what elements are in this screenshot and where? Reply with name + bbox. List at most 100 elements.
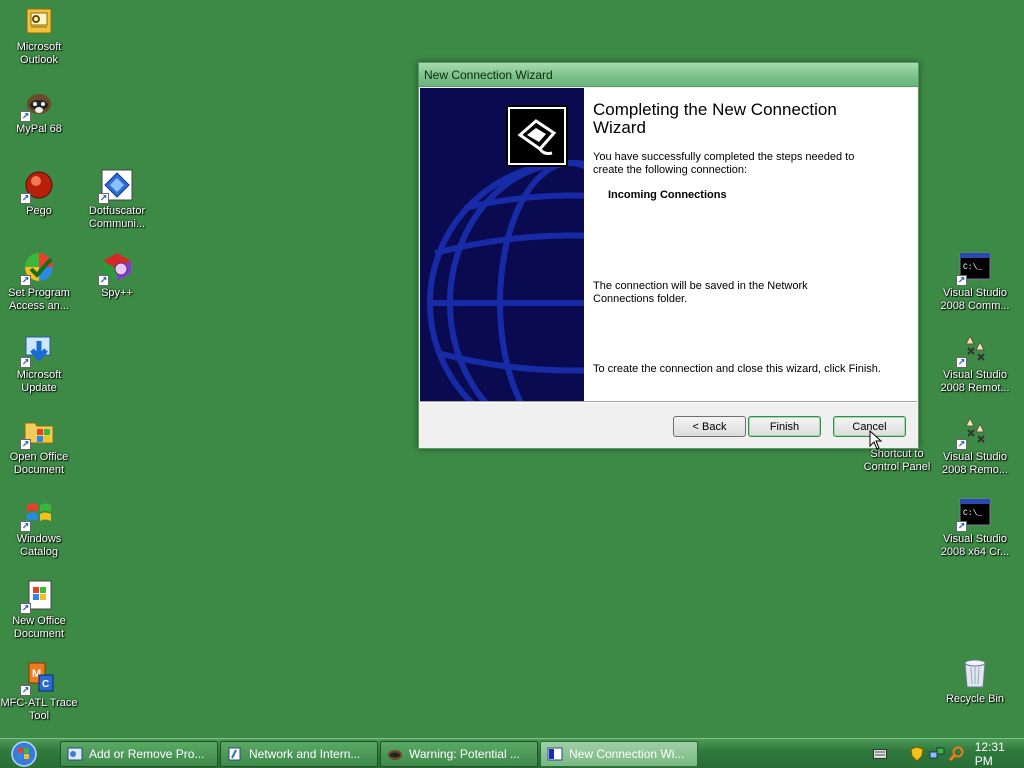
desktop-icon-recycle-bin[interactable]: Recycle Bin xyxy=(936,656,1014,706)
window-titlebar[interactable]: New Connection Wizard xyxy=(419,63,918,87)
system-tray: 12:31 PM xyxy=(864,739,1024,768)
desktop-icon-label: Shortcut to Control Panel xyxy=(863,448,931,473)
wizard-banner xyxy=(420,88,584,401)
remote-debug-icon: ↗ xyxy=(956,414,992,450)
desktop-icon-spy[interactable]: ↗ Spy++ xyxy=(78,250,156,300)
shortcut-arrow-icon: ↗ xyxy=(20,357,31,368)
desktop-icon-new-office-document[interactable]: ↗ New Office Document xyxy=(0,578,78,641)
shortcut-arrow-icon: ↗ xyxy=(956,357,967,368)
new-connection-wizard-window: New Connection Wizard Completing the New… xyxy=(418,62,919,449)
microsoft-update-icon: ↗ xyxy=(20,332,56,368)
wizard-heading: Completing the New Connection Wizard xyxy=(593,100,837,137)
clock[interactable]: 12:31 PM xyxy=(975,740,1024,768)
desktop-icon-vs2008-x64-cross-tools[interactable]: C:\_ ↗ Visual Studio 2008 x64 Cr... xyxy=(936,496,1014,559)
desktop-icon-label: Windows Catalog xyxy=(16,533,62,558)
finish-hint-text: To create the connection and close this … xyxy=(593,363,881,375)
desktop-icon-mfc-atl-trace-tool[interactable]: MC ↗ MFC-ATL Trace Tool xyxy=(0,660,78,723)
wizard-body: Completing the New Connection Wizard You… xyxy=(420,88,917,401)
dotfuscator-icon: ↗ xyxy=(98,168,134,204)
desktop-icon-vs2008-remote-debugger[interactable]: ↗ Visual Studio 2008 Remot... xyxy=(936,332,1014,395)
open-office-icon: ↗ xyxy=(20,414,56,450)
trace-tool-icon: MC ↗ xyxy=(20,660,56,696)
shortcut-arrow-icon: ↗ xyxy=(956,521,967,532)
desktop-icon-vs2008-command-prompt[interactable]: C:\_ ↗ Visual Studio 2008 Comm... xyxy=(936,250,1014,313)
connection-badge xyxy=(506,105,568,167)
taskbar-item-label: Network and Intern... xyxy=(249,747,361,761)
wizard-content: Completing the New Connection Wizard You… xyxy=(584,88,917,401)
desktop-icon-microsoft-update[interactable]: ↗ Microsoft Update xyxy=(0,332,78,395)
warning-icon xyxy=(388,750,402,760)
taskbar-item-label: New Connection Wi... xyxy=(569,747,685,761)
desktop-icon-shortcut-control-panel[interactable]: Shortcut to Control Panel xyxy=(858,448,936,474)
network-icon xyxy=(228,747,241,761)
network-status-icon[interactable] xyxy=(929,746,945,762)
desktop-icon-label: New Office Document xyxy=(12,615,66,640)
desktop-icon-label: Set Program Access an... xyxy=(8,287,70,312)
shortcut-arrow-icon: ↗ xyxy=(20,521,31,532)
desktop-icon-label: Pego xyxy=(26,205,52,217)
button-separator xyxy=(420,401,917,403)
taskbar-item-label: Add or Remove Pro... xyxy=(89,747,205,761)
desktop-icon-pego[interactable]: ↗ Pego xyxy=(0,168,78,218)
connection-name: Incoming Connections xyxy=(608,189,727,201)
cmd-icon: C:\_ ↗ xyxy=(956,496,992,532)
wizard-icon xyxy=(547,747,563,761)
shortcut-arrow-icon: ↗ xyxy=(956,275,967,286)
shortcut-arrow-icon: ↗ xyxy=(20,603,31,614)
mypal-icon: ↗ xyxy=(20,86,56,122)
shortcut-arrow-icon: ↗ xyxy=(20,275,31,286)
add-remove-icon xyxy=(67,747,83,761)
svg-text:C:\_: C:\_ xyxy=(963,263,982,272)
back-button[interactable]: < Back xyxy=(673,416,746,437)
desktop-icon-label: Spy++ xyxy=(101,287,133,299)
window-title: New Connection Wizard xyxy=(424,67,553,82)
shortcut-arrow-icon: ↗ xyxy=(20,685,31,696)
desktop-icon-windows-catalog[interactable]: ↗ Windows Catalog xyxy=(0,496,78,559)
desktop-icon-mypal[interactable]: ↗ MyPal 68 xyxy=(0,86,78,136)
security-shield-icon[interactable] xyxy=(909,745,924,762)
desktop-icon-label: Visual Studio 2008 x64 Cr... xyxy=(940,533,1010,558)
shortcut-arrow-icon: ↗ xyxy=(98,275,109,286)
desktop-icon-label: Open Office Document xyxy=(9,451,69,476)
spy-icon: ↗ xyxy=(98,250,134,286)
taskbar-item-warning[interactable]: Warning: Potential ... xyxy=(380,741,538,767)
windows-logo-icon xyxy=(11,741,37,767)
desktop-icon-microsoft-outlook[interactable]: Microsoft Outlook xyxy=(0,4,78,67)
shortcut-arrow-icon: ↗ xyxy=(20,439,31,450)
recycle-bin-icon xyxy=(958,656,992,690)
desktop-icon-label: MyPal 68 xyxy=(16,123,62,135)
desktop-icon-label: Microsoft Outlook xyxy=(16,41,62,66)
shortcut-arrow-icon: ↗ xyxy=(98,193,109,204)
start-button[interactable] xyxy=(5,741,43,767)
outlook-icon xyxy=(22,4,56,38)
taskbar-item-new-connection-wizard[interactable]: New Connection Wi... xyxy=(540,741,698,767)
desktop-icon-label: Recycle Bin xyxy=(945,693,1005,705)
svg-text:C: C xyxy=(42,679,49,690)
search-icon[interactable] xyxy=(948,746,965,762)
desktop-icon-set-program-access[interactable]: ↗ Set Program Access an... xyxy=(0,250,78,313)
pego-icon: ↗ xyxy=(20,168,56,204)
taskbar-item-add-remove-programs[interactable]: Add or Remove Pro... xyxy=(60,741,218,767)
desktop-icon-label: Dotfuscator Communi... xyxy=(88,205,146,230)
remote-debug-icon: ↗ xyxy=(956,332,992,368)
shortcut-arrow-icon: ↗ xyxy=(20,111,31,122)
new-office-icon: ↗ xyxy=(20,578,56,614)
shortcut-arrow-icon: ↗ xyxy=(20,193,31,204)
svg-text:C:\_: C:\_ xyxy=(963,509,982,518)
desktop-icon-dotfuscator[interactable]: ↗ Dotfuscator Communi... xyxy=(78,168,156,231)
desktop-icon-label: Visual Studio 2008 Remot... xyxy=(940,369,1010,394)
taskbar: Add or Remove Pro... Network and Intern.… xyxy=(0,738,1024,768)
desktop-icon-open-office-document[interactable]: ↗ Open Office Document xyxy=(0,414,78,477)
desktop-icon-label: Visual Studio 2008 Remo... xyxy=(941,451,1009,476)
shortcut-arrow-icon: ↗ xyxy=(956,439,967,450)
save-location-note: The connection will be saved in the Netw… xyxy=(593,280,808,305)
windows-catalog-icon: ↗ xyxy=(20,496,56,532)
keyboard-icon[interactable] xyxy=(872,746,887,762)
wizard-intro-text: You have successfully completed the step… xyxy=(593,151,855,176)
desktop-icon-label: MFC-ATL Trace Tool xyxy=(0,697,78,722)
cmd-icon: C:\_ ↗ xyxy=(956,250,992,286)
finish-button[interactable]: Finish xyxy=(748,416,821,437)
desktop-icon-label: Visual Studio 2008 Comm... xyxy=(940,287,1010,312)
taskbar-item-network-internet[interactable]: Network and Intern... xyxy=(220,741,378,767)
desktop-icon-vs2008-remote-debugger-2[interactable]: ↗ Visual Studio 2008 Remo... xyxy=(936,414,1014,477)
